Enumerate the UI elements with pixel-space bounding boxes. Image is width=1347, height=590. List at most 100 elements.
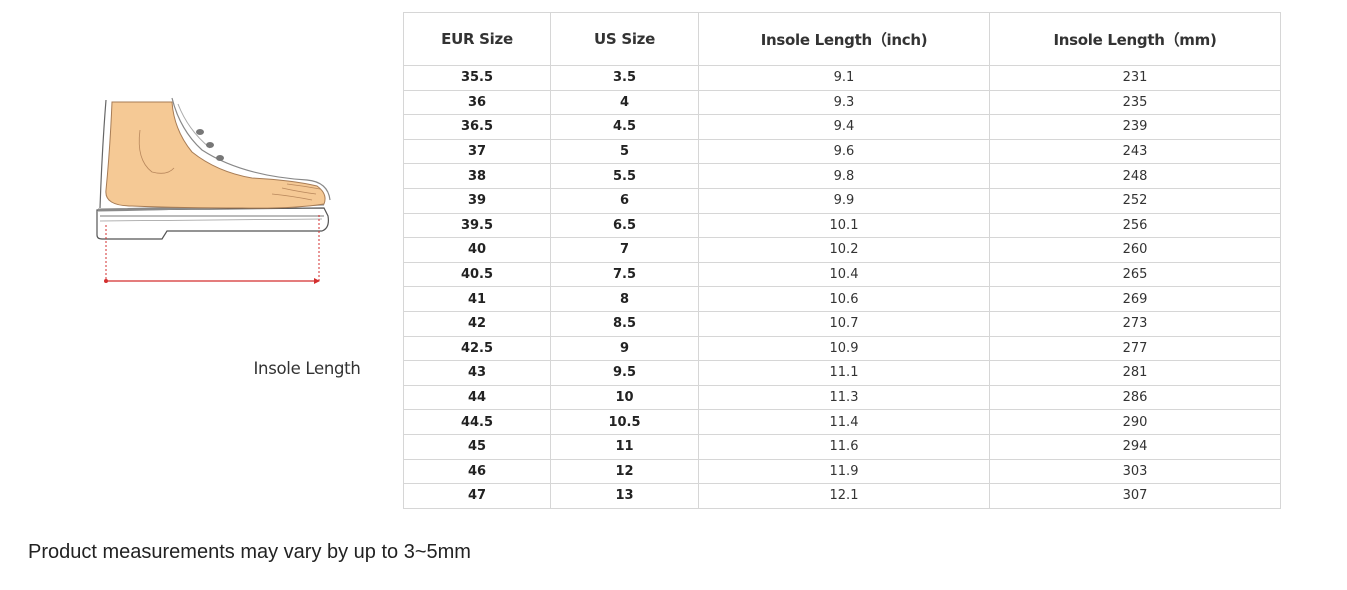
cell-insole-mm: 294 bbox=[989, 433, 1281, 460]
table-row: 38 5.5 9.8 248 bbox=[403, 163, 1281, 189]
cell-insole-mm: 252 bbox=[989, 187, 1281, 214]
cell-insole-inch: 10.1 bbox=[698, 212, 990, 239]
cell-insole-mm: 265 bbox=[989, 261, 1281, 288]
cell-eur-size: 40 bbox=[403, 237, 551, 263]
cell-eur-size: 42 bbox=[403, 310, 551, 337]
cell-insole-mm: 281 bbox=[989, 360, 1281, 386]
cell-us-size: 8 bbox=[550, 286, 699, 312]
cell-us-size: 13 bbox=[550, 483, 699, 509]
cell-eur-size: 42.5 bbox=[403, 335, 551, 362]
cell-insole-mm: 235 bbox=[989, 89, 1281, 116]
measurement-footnote: Product measurements may vary by up to 3… bbox=[28, 541, 471, 563]
cell-insole-inch: 11.1 bbox=[698, 360, 990, 386]
table-row: 42 8.5 10.7 273 bbox=[403, 310, 1281, 337]
foot-illustration: Insole Length bbox=[92, 90, 367, 378]
cell-insole-inch: 11.9 bbox=[698, 458, 990, 485]
cell-eur-size: 39.5 bbox=[403, 212, 551, 239]
cell-eur-size: 47 bbox=[403, 483, 551, 509]
table-row: 39 6 9.9 252 bbox=[403, 187, 1281, 214]
header-eur-size: EUR Size bbox=[403, 12, 551, 66]
table-row: 45 11 11.6 294 bbox=[403, 433, 1281, 460]
table-row: 43 9.5 11.1 281 bbox=[403, 360, 1281, 386]
table-row: 46 12 11.9 303 bbox=[403, 458, 1281, 485]
cell-insole-inch: 10.4 bbox=[698, 261, 990, 288]
cell-insole-inch: 11.6 bbox=[698, 433, 990, 460]
foot-in-shoe-icon bbox=[96, 97, 331, 284]
cell-insole-inch: 11.4 bbox=[698, 409, 990, 435]
cell-eur-size: 44.5 bbox=[403, 409, 551, 435]
cell-insole-inch: 9.6 bbox=[698, 138, 990, 165]
cell-insole-mm: 303 bbox=[989, 458, 1281, 485]
cell-us-size: 3.5 bbox=[550, 65, 699, 91]
table-row: 40.5 7.5 10.4 265 bbox=[403, 261, 1281, 288]
cell-insole-mm: 260 bbox=[989, 237, 1281, 263]
cell-us-size: 7.5 bbox=[550, 261, 699, 288]
cell-insole-mm: 243 bbox=[989, 138, 1281, 165]
cell-insole-inch: 9.8 bbox=[698, 163, 990, 189]
table-row: 35.5 3.5 9.1 231 bbox=[403, 65, 1281, 91]
cell-eur-size: 39 bbox=[403, 187, 551, 214]
cell-eur-size: 36 bbox=[403, 89, 551, 116]
cell-us-size: 9 bbox=[550, 335, 699, 362]
cell-us-size: 5.5 bbox=[550, 163, 699, 189]
cell-us-size: 5 bbox=[550, 138, 699, 165]
table-row: 37 5 9.6 243 bbox=[403, 138, 1281, 165]
cell-insole-inch: 9.3 bbox=[698, 89, 990, 116]
cell-us-size: 10 bbox=[550, 384, 699, 411]
table-row: 36.5 4.5 9.4 239 bbox=[403, 114, 1281, 140]
cell-eur-size: 46 bbox=[403, 458, 551, 485]
cell-insole-mm: 231 bbox=[989, 65, 1281, 91]
cell-insole-mm: 273 bbox=[989, 310, 1281, 337]
table-row: 36 4 9.3 235 bbox=[403, 89, 1281, 116]
table-row: 40 7 10.2 260 bbox=[403, 237, 1281, 263]
cell-eur-size: 45 bbox=[403, 433, 551, 460]
cell-insole-mm: 248 bbox=[989, 163, 1281, 189]
cell-eur-size: 36.5 bbox=[403, 114, 551, 140]
cell-insole-mm: 307 bbox=[989, 483, 1281, 509]
cell-insole-inch: 11.3 bbox=[698, 384, 990, 411]
insole-length-label: Insole Length bbox=[247, 359, 367, 378]
cell-us-size: 4.5 bbox=[550, 114, 699, 140]
header-insole-inch: Insole Length（inch) bbox=[698, 12, 990, 66]
table-row: 44.5 10.5 11.4 290 bbox=[403, 409, 1281, 435]
table-row: 41 8 10.6 269 bbox=[403, 286, 1281, 312]
cell-insole-inch: 9.1 bbox=[698, 65, 990, 91]
header-insole-mm: Insole Length（mm) bbox=[989, 12, 1281, 66]
header-us-size: US Size bbox=[550, 12, 699, 66]
table-row: 44 10 11.3 286 bbox=[403, 384, 1281, 411]
table-row: 42.5 9 10.9 277 bbox=[403, 335, 1281, 362]
cell-insole-inch: 10.2 bbox=[698, 237, 990, 263]
cell-insole-inch: 10.6 bbox=[698, 286, 990, 312]
table-header-row: EUR Size US Size Insole Length（inch) Ins… bbox=[403, 12, 1281, 66]
cell-insole-inch: 9.4 bbox=[698, 114, 990, 140]
table-row: 39.5 6.5 10.1 256 bbox=[403, 212, 1281, 239]
size-chart-table: EUR Size US Size Insole Length（inch) Ins… bbox=[403, 12, 1281, 509]
cell-eur-size: 35.5 bbox=[403, 65, 551, 91]
cell-insole-inch: 10.7 bbox=[698, 310, 990, 337]
cell-eur-size: 43 bbox=[403, 360, 551, 386]
cell-insole-mm: 256 bbox=[989, 212, 1281, 239]
cell-us-size: 9.5 bbox=[550, 360, 699, 386]
cell-eur-size: 44 bbox=[403, 384, 551, 411]
cell-insole-inch: 12.1 bbox=[698, 483, 990, 509]
cell-insole-inch: 9.9 bbox=[698, 187, 990, 214]
cell-insole-mm: 286 bbox=[989, 384, 1281, 411]
cell-insole-mm: 269 bbox=[989, 286, 1281, 312]
cell-us-size: 6.5 bbox=[550, 212, 699, 239]
cell-eur-size: 37 bbox=[403, 138, 551, 165]
cell-us-size: 11 bbox=[550, 433, 699, 460]
cell-us-size: 12 bbox=[550, 458, 699, 485]
cell-insole-mm: 239 bbox=[989, 114, 1281, 140]
cell-us-size: 4 bbox=[550, 89, 699, 116]
table-row: 47 13 12.1 307 bbox=[403, 483, 1281, 509]
cell-us-size: 7 bbox=[550, 237, 699, 263]
cell-us-size: 10.5 bbox=[550, 409, 699, 435]
cell-insole-mm: 290 bbox=[989, 409, 1281, 435]
cell-eur-size: 40.5 bbox=[403, 261, 551, 288]
cell-us-size: 8.5 bbox=[550, 310, 699, 337]
cell-eur-size: 41 bbox=[403, 286, 551, 312]
cell-us-size: 6 bbox=[550, 187, 699, 214]
cell-insole-inch: 10.9 bbox=[698, 335, 990, 362]
cell-eur-size: 38 bbox=[403, 163, 551, 189]
cell-insole-mm: 277 bbox=[989, 335, 1281, 362]
